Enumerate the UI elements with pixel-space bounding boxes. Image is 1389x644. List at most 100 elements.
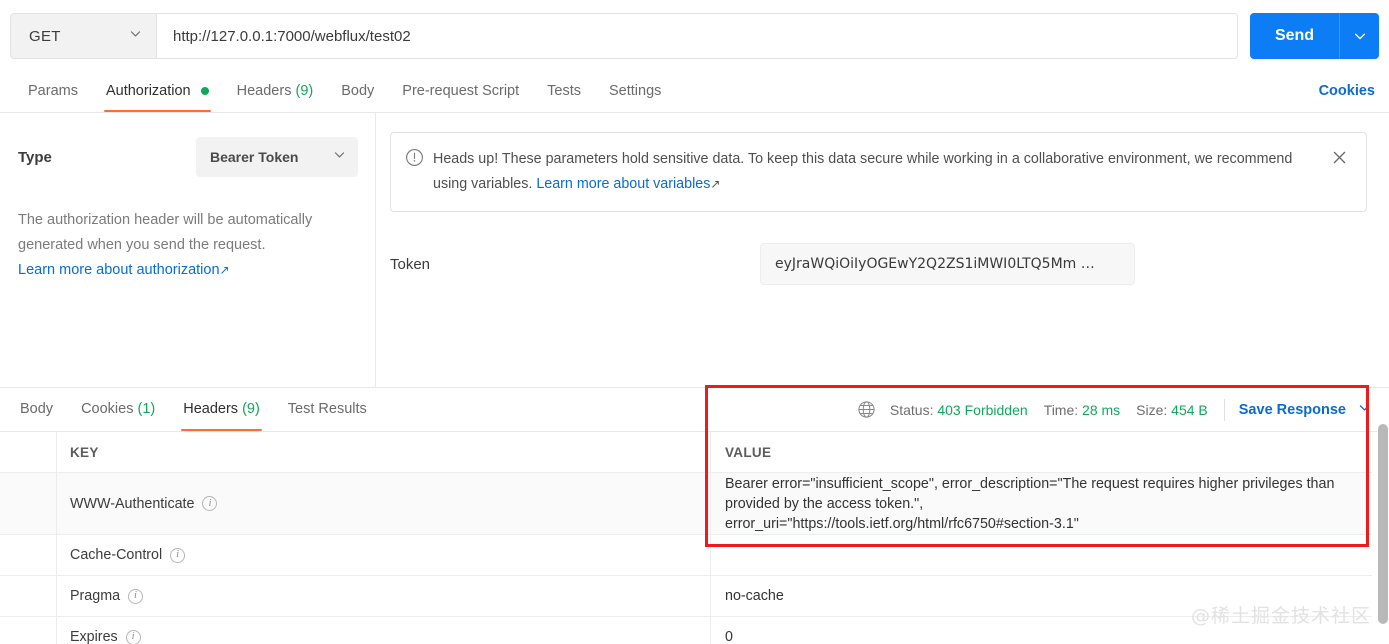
banner-close-button[interactable] (1326, 147, 1352, 197)
info-icon[interactable]: i (170, 547, 186, 563)
column-header-value: VALUE (725, 444, 772, 460)
response-tab-headers-count: (9) (242, 401, 260, 417)
table-row[interactable]: Expires i 0 (0, 617, 1372, 644)
response-tab-headers[interactable]: Headers (9) (169, 388, 274, 431)
size-item: Size: 454 B (1136, 402, 1208, 418)
sensitive-data-banner-text: Heads up! These parameters hold sensitiv… (433, 147, 1326, 197)
header-value-text: Bearer error="insufficient_scope", error… (725, 475, 1335, 532)
header-value-cell: Bearer error="insufficient_scope", error… (711, 473, 1372, 534)
auth-learn-more-link[interactable]: Learn more about authorization↗ (18, 258, 358, 283)
tab-tests-label: Tests (547, 83, 581, 99)
response-tab-bar: Body Cookies (1) Headers (9) Test Result… (0, 388, 1389, 432)
header-key-text: Expires (70, 629, 118, 644)
tab-authorization-label: Authorization (105, 83, 191, 99)
tab-body-label: Body (341, 83, 375, 99)
sensitive-data-banner: Heads up! These parameters hold sensitiv… (390, 132, 1367, 212)
response-tab-cookies-label: Cookies (81, 401, 134, 417)
authorization-active-dot-icon (200, 87, 209, 96)
authorization-pane: Type Bearer Token The authorization head… (0, 113, 1389, 387)
auth-type-value: Bearer Token (210, 149, 299, 165)
auth-description-text: The authorization header will be automat… (18, 212, 313, 253)
token-input[interactable]: eyJraWQiOiIyOGEwY2Q2ZS1iMWI0LTQ5Mm … (760, 243, 1135, 285)
close-icon (1333, 151, 1345, 164)
tab-params-label: Params (28, 83, 78, 99)
response-tab-test-results-label: Test Results (287, 401, 367, 417)
banner-learn-more-link[interactable]: Learn more about variables (536, 176, 710, 192)
http-method-select[interactable]: GET (10, 13, 156, 59)
http-method-value: GET (29, 27, 61, 45)
chevron-down-icon (333, 148, 346, 166)
table-row[interactable]: Pragma i no-cache (0, 576, 1372, 617)
tab-headers[interactable]: Headers (9) (223, 71, 328, 112)
status-item: Status: 403 Forbidden (890, 402, 1028, 418)
info-icon[interactable]: i (125, 629, 141, 644)
header-key-cell: WWW-Authenticate i (57, 473, 711, 534)
size-value: 454 B (1171, 401, 1208, 418)
header-select-cell (0, 432, 57, 472)
token-row: Token eyJraWQiOiIyOGEwY2Q2ZS1iMWI0LTQ5Mm… (390, 243, 1389, 285)
external-link-arrow-icon: ↗ (219, 263, 230, 277)
tab-settings[interactable]: Settings (595, 71, 675, 112)
request-tab-bar: Params Authorization Headers (9) Body Pr… (0, 71, 1389, 113)
response-scrollbar[interactable] (1377, 420, 1389, 644)
postman-request-response-view: GET http://127.0.0.1:7000/webflux/test02… (0, 0, 1389, 644)
status-label: Status: (889, 401, 934, 418)
tab-tests[interactable]: Tests (533, 71, 595, 112)
tab-headers-count: (9) (295, 83, 314, 99)
tab-params[interactable]: Params (14, 71, 92, 112)
row-select-cell (0, 576, 57, 616)
header-key-text: Cache-Control (70, 547, 163, 563)
response-pane: Body Cookies (1) Headers (9) Test Result… (0, 387, 1389, 644)
auth-type-label: Type (18, 148, 52, 166)
meta-divider (1223, 398, 1225, 421)
response-tab-cookies[interactable]: Cookies (1) (67, 388, 169, 431)
send-button[interactable]: Send (1250, 13, 1339, 59)
authorization-right-column: Heads up! These parameters hold sensitiv… (376, 113, 1389, 387)
request-url-bar: GET http://127.0.0.1:7000/webflux/test02… (0, 0, 1389, 71)
header-key-cell: Pragma i (57, 576, 711, 616)
chevron-down-icon (1358, 401, 1371, 414)
header-value-text: no-cache (725, 588, 784, 604)
row-select-cell (0, 535, 57, 575)
response-meta-bar: Status: 403 Forbidden Time: 28 ms Size: … (857, 388, 1371, 431)
table-row[interactable]: Cache-Control i (0, 535, 1372, 576)
column-header-key: KEY (57, 432, 711, 472)
chevron-down-icon (129, 27, 142, 45)
request-url-text: http://127.0.0.1:7000/webflux/test02 (173, 27, 411, 45)
response-tab-test-results[interactable]: Test Results (274, 388, 381, 431)
send-button-group: Send (1250, 13, 1379, 59)
auth-type-row: Type Bearer Token (18, 137, 358, 177)
time-value: 28 ms (1082, 401, 1121, 418)
authorization-left-column: Type Bearer Token The authorization head… (0, 113, 376, 387)
token-label: Token (390, 255, 431, 273)
save-response-label: Save Response (1238, 402, 1346, 418)
table-row[interactable]: WWW-Authenticate i Bearer error="insuffi… (0, 473, 1372, 535)
tab-body[interactable]: Body (327, 71, 388, 112)
cookies-link[interactable]: Cookies (1319, 71, 1375, 112)
send-options-button[interactable] (1339, 13, 1379, 59)
table-header-row: KEY VALUE (0, 432, 1372, 473)
header-key-cell: Expires i (57, 617, 711, 644)
tab-pre-request-script[interactable]: Pre-request Script (388, 71, 533, 112)
response-tab-headers-label: Headers (183, 401, 239, 417)
tab-headers-label: Headers (236, 83, 292, 99)
globe-icon (857, 400, 876, 419)
response-tab-body-label: Body (20, 401, 54, 417)
header-value-text: 0 (725, 629, 733, 644)
header-key-text: Pragma (70, 588, 121, 604)
info-icon[interactable]: i (128, 588, 144, 604)
chevron-down-icon (1354, 33, 1365, 40)
header-key-cell: Cache-Control i (57, 535, 711, 575)
row-select-cell (0, 617, 57, 644)
response-tab-body[interactable]: Body (6, 388, 67, 431)
tab-pre-request-script-label: Pre-request Script (402, 83, 520, 99)
time-label: Time: (1043, 401, 1079, 418)
tab-authorization[interactable]: Authorization (92, 71, 223, 112)
response-tab-cookies-count: (1) (137, 401, 156, 417)
header-key-text: WWW-Authenticate (70, 495, 195, 512)
request-url-input[interactable]: http://127.0.0.1:7000/webflux/test02 (156, 13, 1238, 59)
info-icon[interactable]: i (202, 496, 218, 511)
save-response-button[interactable]: Save Response (1239, 401, 1371, 418)
scrollbar-thumb[interactable] (1378, 424, 1388, 624)
auth-type-dropdown[interactable]: Bearer Token (196, 137, 358, 177)
